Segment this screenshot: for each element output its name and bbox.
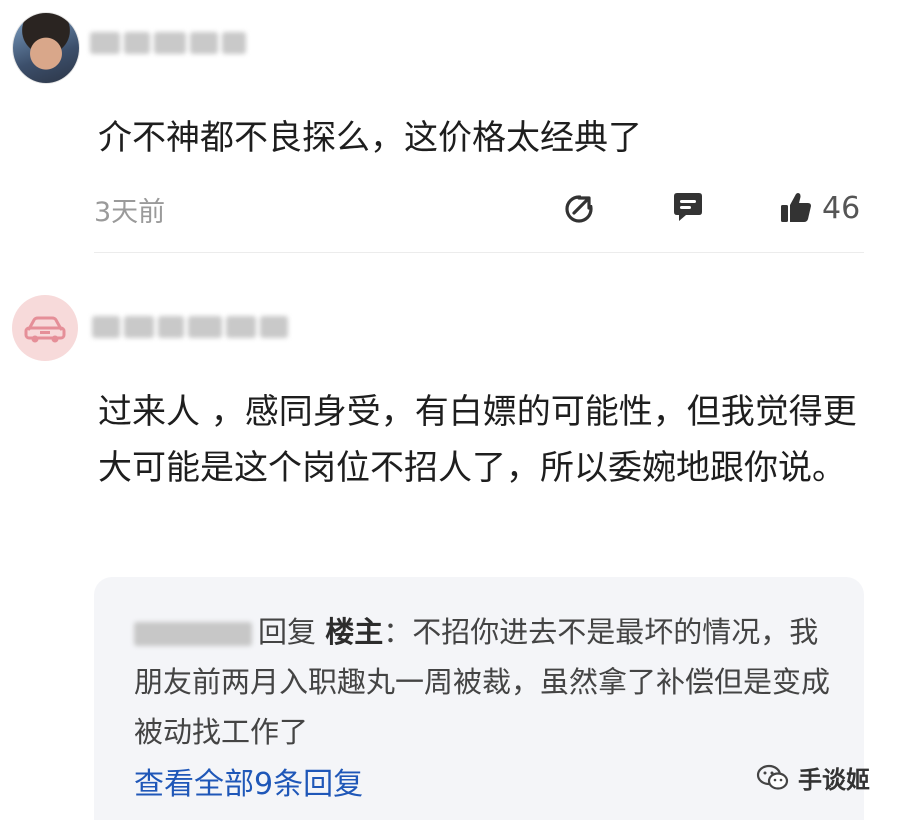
view-all-replies-link[interactable]: 查看全部9条回复 bbox=[134, 759, 363, 803]
username-blurred[interactable] bbox=[92, 316, 288, 338]
replier-name-blurred bbox=[134, 622, 252, 646]
thumbs-up-icon bbox=[781, 193, 811, 222]
comment-bubble-icon bbox=[674, 193, 702, 221]
reply-preview[interactable]: 回复 楼主：不招你进去不是最坏的情况，我朋友前两月入职趣丸一周被裁，虽然拿了补偿… bbox=[94, 577, 864, 820]
reply-label: 回复 bbox=[258, 615, 317, 649]
reply-button[interactable] bbox=[670, 190, 706, 226]
op-label: 楼主 bbox=[325, 615, 384, 649]
reply-preview-text: 回复 楼主：不招你进去不是最坏的情况，我朋友前两月入职趣丸一周被裁，虽然拿了补偿… bbox=[134, 607, 834, 757]
share-icon bbox=[565, 193, 595, 223]
car-icon bbox=[24, 316, 66, 343]
user-avatar[interactable] bbox=[12, 12, 80, 84]
user-avatar[interactable] bbox=[12, 295, 78, 361]
watermark: 手谈姬 bbox=[756, 760, 870, 795]
like-count: 46 bbox=[822, 190, 861, 226]
comment-text: 过来人 ，感同身受，有白嫖的可能性，但我觉得更大可能是这个岗位不招人了，所以委婉… bbox=[98, 392, 857, 488]
comment-text: 介不神都不良探么，这价格太经典了 bbox=[98, 118, 642, 158]
comment-time: 3天前 bbox=[94, 197, 166, 228]
share-button[interactable] bbox=[562, 190, 598, 226]
wechat-icon bbox=[756, 764, 789, 790]
watermark-text: 手谈姬 bbox=[798, 766, 870, 794]
username-blurred[interactable] bbox=[90, 32, 246, 54]
like-button[interactable]: 46 bbox=[778, 190, 860, 226]
comment-divider bbox=[94, 252, 864, 253]
